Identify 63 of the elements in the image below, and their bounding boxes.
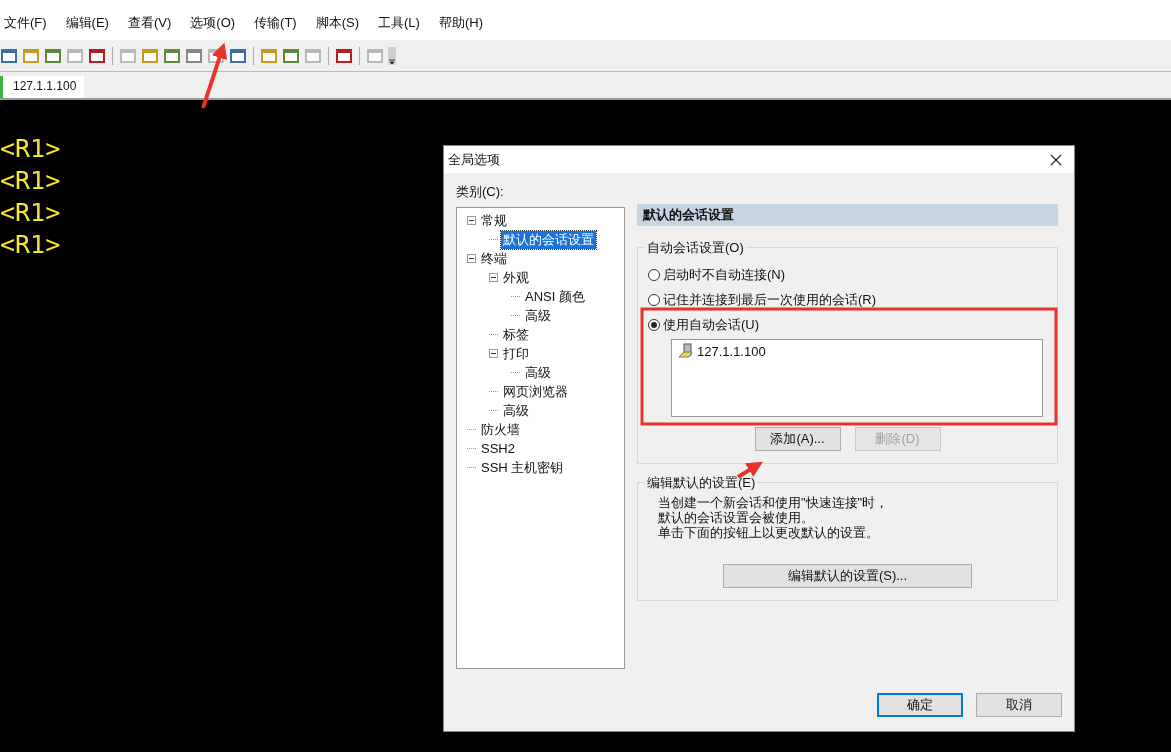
terminal-line: <R1>: [0, 229, 61, 261]
tree-item[interactable]: 高级: [523, 306, 553, 325]
description-text: 当创建一个新会话和使用"快速连接"时，: [658, 495, 890, 510]
toolbar-window-icon[interactable]: [88, 46, 106, 65]
tree-item[interactable]: ANSI 颜色: [523, 287, 587, 306]
collapse-icon[interactable]: [467, 254, 476, 263]
toolbar-window-icon[interactable]: [0, 46, 18, 65]
session-item[interactable]: 127.1.1.100: [697, 343, 766, 359]
collapse-icon[interactable]: [467, 216, 476, 225]
tree-item[interactable]: 高级: [501, 401, 531, 420]
session-tab[interactable]: 127.1.1.100: [0, 76, 85, 98]
toolbar-window-icon[interactable]: [185, 46, 203, 65]
annotation-arrow: [201, 42, 228, 109]
toolbar-window-icon[interactable]: [163, 46, 181, 65]
description-text: 单击下面的按钮上以更改默认的设置。: [658, 525, 880, 540]
menu-item[interactable]: 选项(O): [190, 13, 236, 32]
toolbar-window-icon[interactable]: [335, 46, 353, 65]
tree-item[interactable]: 默认的会话设置: [501, 230, 596, 249]
collapse-icon[interactable]: [489, 349, 498, 358]
tree-item[interactable]: SSH 主机密钥: [479, 458, 566, 477]
annotation-arrow: [736, 461, 763, 479]
description-text: 默认的会话设置会被使用。: [658, 510, 815, 525]
menu-item[interactable]: 文件(F): [4, 13, 47, 32]
collapse-icon[interactable]: [489, 273, 498, 282]
radio-label[interactable]: 使用自动会话(U): [663, 316, 760, 334]
tree-item[interactable]: 网页浏览器: [501, 382, 570, 401]
tree-item[interactable]: 防火墙: [479, 420, 522, 439]
computer-icon: [678, 343, 694, 359]
menu-item[interactable]: 工具(L): [378, 13, 420, 32]
tree-item[interactable]: 高级: [523, 363, 553, 382]
terminal-line: <R1>: [0, 165, 61, 197]
radio-button[interactable]: [648, 269, 660, 281]
tree-item[interactable]: 终端: [479, 249, 509, 268]
dialog-title: 全局选项: [448, 150, 500, 169]
add-button[interactable]: 添加(A)...: [754, 427, 841, 451]
edit-defaults-button[interactable]: 编辑默认的设置(S)...: [723, 564, 972, 588]
menu-item[interactable]: 查看(V): [127, 13, 172, 32]
menu-item[interactable]: 编辑(E): [65, 13, 109, 32]
tree-item[interactable]: 打印: [501, 344, 531, 363]
group-legend: 自动会话设置(O): [645, 239, 746, 257]
cancel-button[interactable]: 取消: [976, 693, 1062, 717]
tree-item[interactable]: 外观: [501, 268, 531, 287]
menu-item[interactable]: 帮助(H): [438, 13, 483, 32]
toolbar-window-icon[interactable]: [44, 46, 62, 65]
ok-button[interactable]: 确定: [877, 693, 963, 717]
radio-label[interactable]: 记住并连接到最后一次使用的会话(R): [663, 291, 877, 309]
panel-title: 默认的会话设置: [637, 204, 1058, 226]
terminal-line: <R1>: [0, 197, 61, 229]
close-icon[interactable]: [1050, 153, 1062, 166]
radio-label[interactable]: 启动时不自动连接(N): [663, 266, 786, 284]
menu-item[interactable]: 传输(T): [254, 13, 297, 32]
tree-item[interactable]: 标签: [501, 325, 531, 344]
tree-item[interactable]: 常规: [479, 211, 509, 230]
category-label: 类别(C):: [456, 183, 505, 201]
group-legend: 编辑默认的设置(E): [645, 474, 758, 492]
overflow-icon[interactable]: [388, 46, 396, 65]
tree-item[interactable]: SSH2: [479, 441, 517, 456]
toolbar-window-icon[interactable]: [282, 46, 300, 65]
toolbar-window-icon[interactable]: [229, 46, 247, 65]
menu-item[interactable]: 脚本(S): [315, 13, 360, 32]
radio-button[interactable]: [648, 294, 660, 306]
radio-button[interactable]: [648, 319, 660, 331]
terminal-line: <R1>: [0, 133, 61, 165]
